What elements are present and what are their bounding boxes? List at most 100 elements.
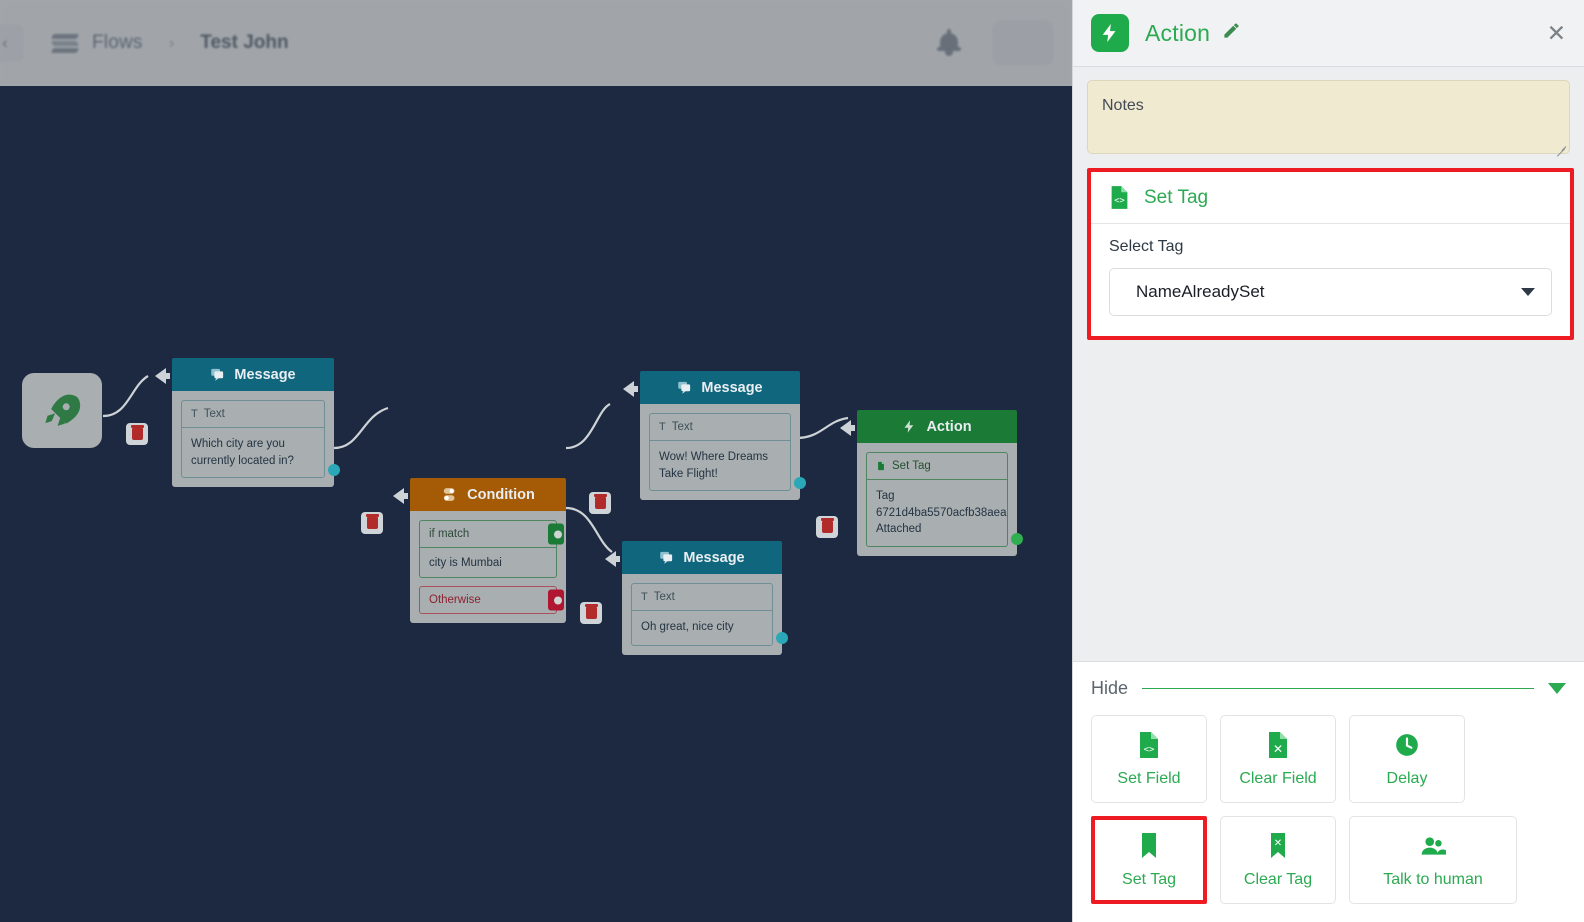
node-input-arrow-icon bbox=[623, 381, 638, 397]
flow-node-message-3[interactable]: Message T Text Oh great, nice city bbox=[605, 541, 788, 655]
dim-overlay bbox=[0, 0, 1072, 86]
people-icon bbox=[1421, 836, 1446, 855]
node-input-arrow-icon bbox=[155, 368, 170, 384]
flow-node-condition[interactable]: Condition if match city is Mumbai Otherw… bbox=[393, 478, 566, 623]
set-tag-block-header: <> Set Tag bbox=[1091, 172, 1570, 224]
action-type-picker: Hide <> Set Field ✕ Clear Field Delay Se… bbox=[1073, 661, 1584, 922]
node-body: T Text Wow! Where Dreams Take Flight! bbox=[640, 404, 800, 501]
action-button-label: Delay bbox=[1386, 769, 1428, 787]
close-icon[interactable]: ✕ bbox=[1547, 21, 1566, 45]
action-button-label: Clear Field bbox=[1239, 769, 1317, 787]
caret-down-icon[interactable] bbox=[1548, 683, 1566, 694]
notes-placeholder: Notes bbox=[1102, 97, 1144, 114]
node-header: Message bbox=[172, 358, 334, 391]
node-field[interactable]: Set Tag Tag 6721d4ba5570acfb38aeab67 Att… bbox=[866, 452, 1008, 548]
set-field-icon: <> bbox=[1140, 731, 1158, 758]
svg-text:<>: <> bbox=[1144, 745, 1155, 755]
hide-label: Hide bbox=[1091, 678, 1129, 698]
chevron-down-icon bbox=[1521, 288, 1535, 296]
flow-start-node[interactable] bbox=[22, 373, 102, 448]
action-button-set-field[interactable]: <> Set Field bbox=[1091, 715, 1207, 803]
action-button-label: Talk to human bbox=[1383, 870, 1483, 888]
node-field-label: T Text bbox=[650, 414, 790, 441]
node-title: Condition bbox=[467, 486, 535, 503]
flow-canvas[interactable]: Message T Text Which city are you curren… bbox=[0, 86, 1072, 922]
pencil-icon[interactable] bbox=[1222, 21, 1241, 45]
notes-textarea[interactable]: Notes bbox=[1087, 80, 1570, 157]
node-title: Message bbox=[683, 549, 745, 566]
node-field-value: Wow! Where Dreams Take Flight! bbox=[659, 451, 769, 480]
svg-text:✕: ✕ bbox=[1274, 838, 1282, 849]
node-field[interactable]: T Text Which city are you currently loca… bbox=[181, 400, 325, 479]
text-icon: T bbox=[641, 591, 648, 603]
node-body: Set Tag Tag 6721d4ba5570acfb38aeab67 Att… bbox=[857, 443, 1017, 557]
node-header: Message bbox=[622, 541, 782, 574]
clear-field-icon: ✕ bbox=[1269, 731, 1287, 758]
set-tag-block-title: Set Tag bbox=[1144, 186, 1209, 208]
delete-edge-button[interactable] bbox=[589, 492, 611, 514]
resize-grip-icon[interactable] bbox=[1554, 139, 1567, 157]
flow-editor-app: ‹ Flows › Test John bbox=[0, 0, 1072, 922]
delete-edge-button[interactable] bbox=[580, 602, 602, 624]
text-icon: T bbox=[659, 421, 666, 433]
select-tag-dropdown[interactable]: NameAlreadySet bbox=[1109, 268, 1552, 316]
node-field-label: T Text bbox=[182, 401, 324, 428]
node-input-arrow-icon bbox=[393, 488, 408, 504]
svg-text:✕: ✕ bbox=[1273, 742, 1283, 756]
action-buttons-grid: <> Set Field ✕ Clear Field Delay Set Tag… bbox=[1091, 715, 1566, 904]
node-title: Message bbox=[234, 366, 296, 383]
set-tag-icon: <> bbox=[1111, 186, 1128, 209]
node-body: T Text Which city are you currently loca… bbox=[172, 391, 334, 488]
node-output-handle[interactable] bbox=[776, 632, 788, 644]
node-body: if match city is Mumbai Otherwise bbox=[410, 511, 566, 623]
lightning-bolt-icon bbox=[904, 420, 914, 433]
flow-node-message-2[interactable]: Message T Text Wow! Where Dreams Take Fl… bbox=[623, 371, 806, 501]
rocket-icon bbox=[45, 394, 81, 426]
set-tag-bookmark-icon bbox=[1142, 832, 1156, 858]
action-button-delay[interactable]: Delay bbox=[1349, 715, 1465, 803]
clock-icon bbox=[1396, 733, 1418, 756]
condition-if-label[interactable]: if match bbox=[419, 520, 564, 548]
condition-otherwise[interactable]: Otherwise bbox=[419, 586, 564, 614]
action-button-clear-field[interactable]: ✕ Clear Field bbox=[1220, 715, 1336, 803]
clear-tag-bookmark-icon: ✕ bbox=[1271, 832, 1285, 858]
action-button-set-tag[interactable]: Set Tag bbox=[1091, 816, 1207, 904]
panel-content: Notes <> Set Tag Select Tag NameAlreadyS… bbox=[1073, 67, 1584, 661]
toggle-switch-icon bbox=[444, 488, 455, 501]
divider bbox=[1142, 688, 1534, 689]
node-field-value: Tag 6721d4ba5570acfb38aeab67 Attached bbox=[876, 490, 1007, 536]
set-tag-icon bbox=[878, 461, 884, 471]
delete-edge-button[interactable] bbox=[126, 423, 148, 445]
node-header: Action bbox=[857, 410, 1017, 443]
delete-edge-button[interactable] bbox=[816, 516, 838, 538]
action-button-label: Set Tag bbox=[1122, 870, 1176, 888]
panel-header: Action ✕ bbox=[1073, 0, 1584, 67]
action-settings-panel: Action ✕ Notes <> Set Tag Select Tag Nam… bbox=[1072, 0, 1584, 922]
node-field[interactable]: T Text Oh great, nice city bbox=[631, 583, 773, 646]
hide-section-toggle[interactable]: Hide bbox=[1091, 678, 1566, 699]
text-icon: T bbox=[191, 408, 198, 420]
flow-node-message-1[interactable]: Message T Text Which city are you curren… bbox=[155, 358, 340, 488]
chat-bubble-icon bbox=[678, 381, 691, 394]
action-button-label: Clear Tag bbox=[1243, 870, 1313, 888]
node-title: Message bbox=[701, 379, 763, 396]
svg-text:<>: <> bbox=[1114, 196, 1125, 206]
flow-node-action[interactable]: Action Set Tag Tag 6721d4ba5570acfb38aea… bbox=[840, 410, 1023, 557]
set-tag-block-body: Select Tag NameAlreadySet bbox=[1091, 224, 1570, 336]
set-tag-config-block: <> Set Tag Select Tag NameAlreadySet bbox=[1087, 168, 1574, 340]
node-field-label: T Text bbox=[632, 584, 772, 611]
condition-if-value[interactable]: city is Mumbai bbox=[419, 548, 557, 578]
action-button-label: Set Field bbox=[1117, 769, 1181, 787]
node-title: Action bbox=[926, 418, 972, 435]
delete-edge-button[interactable] bbox=[361, 512, 383, 534]
chat-bubble-icon bbox=[211, 368, 224, 381]
node-field[interactable]: T Text Wow! Where Dreams Take Flight! bbox=[649, 413, 791, 492]
condition-false-handle[interactable] bbox=[548, 589, 564, 611]
action-button-talk-to-human[interactable]: Talk to human bbox=[1349, 816, 1517, 904]
condition-true-handle[interactable] bbox=[548, 523, 564, 545]
node-field-value: Oh great, nice city bbox=[641, 621, 734, 633]
node-input-arrow-icon bbox=[840, 420, 855, 436]
action-button-clear-tag[interactable]: ✕ Clear Tag bbox=[1220, 816, 1336, 904]
node-field-label: Set Tag bbox=[867, 453, 1007, 480]
node-output-handle[interactable] bbox=[1011, 533, 1023, 546]
